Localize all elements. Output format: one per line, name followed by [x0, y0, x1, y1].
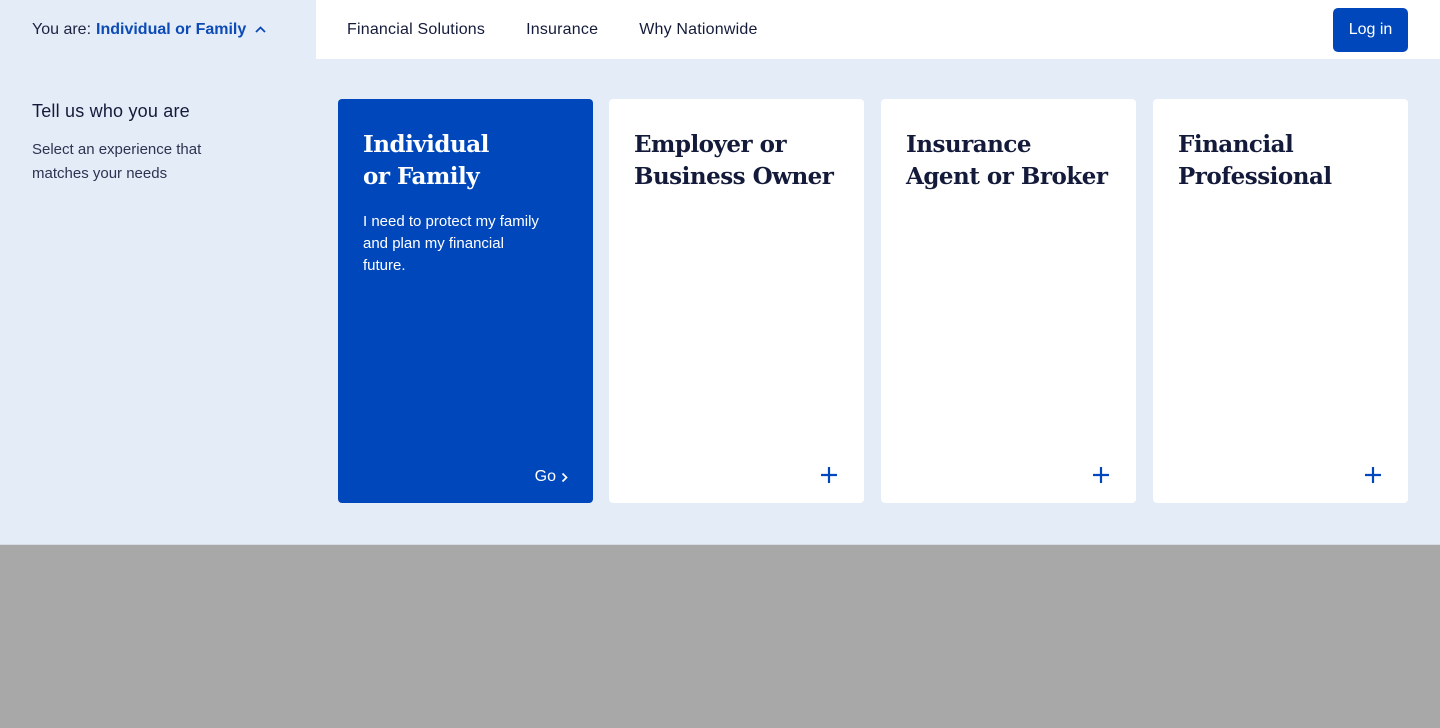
selector-subtext: Select an experience that matches your n…	[32, 141, 202, 182]
card-title-line2: Agent or Broker	[906, 163, 1108, 190]
card-title: Employer or Business Owner	[634, 129, 839, 193]
card-insurance-agent-broker[interactable]: Insurance Agent or Broker	[881, 99, 1136, 503]
card-title: Individual or Family	[363, 129, 568, 193]
plus-icon[interactable]	[1092, 466, 1110, 484]
nav-financial-solutions[interactable]: Financial Solutions	[347, 21, 485, 39]
card-go-link[interactable]: Go	[535, 468, 568, 486]
audience-prefix: You are:	[32, 20, 92, 38]
main-nav: Financial Solutions Insurance Why Nation…	[347, 0, 799, 59]
card-employer-business-owner[interactable]: Employer or Business Owner	[609, 99, 864, 503]
nav-why-nationwide[interactable]: Why Nationwide	[639, 21, 757, 39]
nav-insurance[interactable]: Insurance	[526, 21, 598, 39]
chevron-up-icon	[255, 26, 266, 33]
card-title-line1: Individual	[363, 131, 489, 158]
plus-icon[interactable]	[820, 466, 838, 484]
audience-selector-toggle[interactable]: You are: Individual or Family	[0, 0, 316, 59]
card-financial-professional[interactable]: Financial Professional	[1153, 99, 1408, 503]
audience-current: Individual or Family	[96, 20, 247, 38]
card-title-line1: Insurance	[906, 131, 1032, 158]
card-title-line1: Employer or	[634, 131, 787, 158]
card-description: I need to protect my family and plan my …	[363, 213, 539, 274]
card-title-line2: Business Owner	[634, 163, 834, 190]
card-title: Insurance Agent or Broker	[906, 129, 1111, 193]
card-title-line2: Professional	[1178, 163, 1332, 190]
page-overlay[interactable]	[0, 545, 1440, 728]
card-individual-family[interactable]: Individual or Family I need to protect m…	[338, 99, 593, 503]
login-button[interactable]: Log in	[1333, 8, 1408, 52]
plus-icon[interactable]	[1364, 466, 1382, 484]
top-navigation-bar: You are: Individual or Family Financial …	[0, 0, 1440, 59]
selector-heading: Tell us who you are	[32, 101, 190, 121]
card-title-line1: Financial	[1178, 131, 1294, 158]
audience-selector-panel: Tell us who you are Select an experience…	[0, 59, 1440, 545]
go-label: Go	[534, 468, 556, 485]
chevron-right-icon	[561, 472, 568, 483]
card-title: Financial Professional	[1178, 129, 1383, 193]
card-title-line2: or Family	[363, 163, 480, 190]
selector-intro: Tell us who you are Select an experience…	[32, 101, 292, 186]
